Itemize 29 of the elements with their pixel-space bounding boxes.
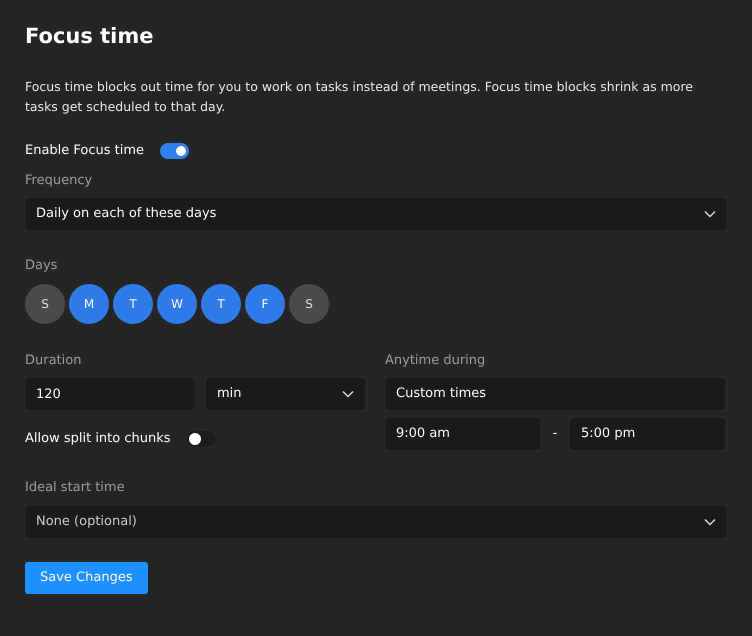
- toggle-label: Allow split into chunks: [25, 430, 171, 448]
- toggle-switch[interactable]: [186, 430, 216, 447]
- day-toggle[interactable]: S: [25, 284, 65, 324]
- description-text: Focus time blocks out time for you to work on tasks instead of meetings. Focus time blocks shrink as more tasks get scheduled to that day.: [25, 78, 694, 116]
- range-separator: -: [552, 425, 558, 444]
- toggle-switch[interactable]: [160, 142, 190, 159]
- day-toggle[interactable]: W: [157, 284, 197, 324]
- time-range-select[interactable]: Custom times: [385, 378, 725, 410]
- field-label: Frequency: [25, 172, 92, 190]
- day-toggle[interactable]: M: [69, 284, 109, 324]
- frequency-select[interactable]: Daily on each of these days: [25, 198, 727, 230]
- chevron-down-icon: [704, 518, 716, 526]
- day-toggle[interactable]: S: [289, 284, 329, 324]
- day-toggle[interactable]: T: [113, 284, 153, 324]
- chevron-down-icon: [704, 210, 716, 218]
- field-label: Ideal start time: [25, 479, 125, 497]
- field-label: Duration: [25, 352, 82, 370]
- unit-select[interactable]: min: [206, 378, 365, 410]
- ideal-start-select[interactable]: None (optional): [25, 506, 727, 538]
- duration-input[interactable]: 120: [25, 378, 195, 410]
- toggle-label: Enable Focus time: [25, 142, 144, 160]
- end-time-field[interactable]: 5:00 pm: [570, 418, 725, 450]
- start-time-field[interactable]: 9:00 am: [385, 418, 540, 450]
- page-title: Focus time: [25, 23, 154, 50]
- field-label: Days: [25, 257, 58, 275]
- field-label: Anytime during: [385, 352, 486, 370]
- day-toggle[interactable]: F: [245, 284, 285, 324]
- day-toggle[interactable]: T: [201, 284, 241, 324]
- chevron-down-icon: [342, 390, 354, 398]
